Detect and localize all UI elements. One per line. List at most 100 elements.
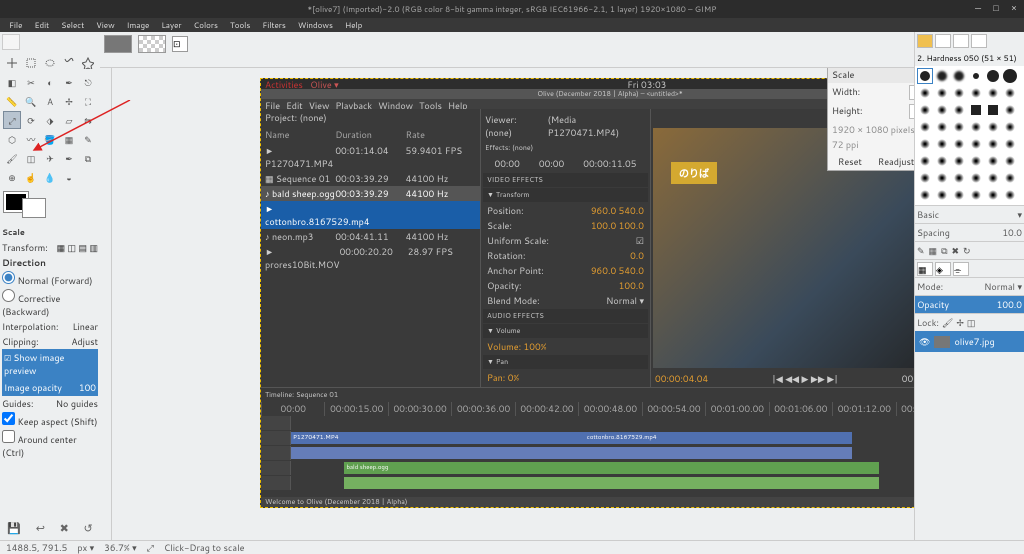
opt-interp-value[interactable]: Linear <box>72 320 98 333</box>
proj-file-row[interactable]: ▦ Sequence 0100:03:39.2944100 Hz <box>261 171 480 186</box>
opt-around-center[interactable]: Around center (Ctrl) <box>2 430 98 459</box>
prop-v[interactable]: ☑ <box>636 234 644 247</box>
history-tab-icon[interactable] <box>971 34 987 48</box>
menu-edit[interactable]: Edit <box>29 18 54 32</box>
foreground-tool-icon[interactable]: ◐ <box>41 73 59 91</box>
zoom-tool-icon[interactable]: 🔍 <box>22 92 40 110</box>
brush-thumb[interactable] <box>917 102 933 118</box>
olive-volume[interactable]: ▼ Volume <box>483 324 648 338</box>
olive-video-effects[interactable]: VIDEO EFFECTS <box>483 173 648 187</box>
proj-file-row[interactable]: ► P1270471.MP400:01:14.0459.9401 FPS <box>261 143 480 171</box>
lock-alpha-icon[interactable]: ◫ <box>967 316 976 329</box>
opt-dir-corrective[interactable]: Corrective (Backward) <box>2 289 98 318</box>
brush-thumb[interactable] <box>917 119 933 135</box>
brush-thumb[interactable] <box>968 85 984 101</box>
prop-v[interactable]: 100.0 100.0 <box>591 219 644 232</box>
layer-mode-value[interactable]: Normal ▾ <box>984 280 1022 293</box>
image-tab-2[interactable] <box>138 35 166 53</box>
brush-thumb[interactable] <box>985 102 1001 118</box>
rotate-tool-icon[interactable]: ⟳ <box>22 111 40 129</box>
brush-thumb[interactable] <box>951 85 967 101</box>
brush-basic[interactable]: Basic <box>917 208 939 221</box>
lock-position-icon[interactable]: ✢ <box>956 316 964 329</box>
paths-tab-icon[interactable]: ⌯ <box>953 262 969 276</box>
layer-visibility-icon[interactable]: 👁 <box>919 335 930 348</box>
spacing-value[interactable]: 10.0 <box>1002 226 1022 239</box>
brush-thumb[interactable] <box>968 119 984 135</box>
brush-dup-icon[interactable]: ⧉ <box>941 244 947 257</box>
brush-thumb[interactable] <box>985 136 1001 152</box>
brush-thumb[interactable] <box>917 170 933 186</box>
brushes-tab-icon[interactable] <box>917 34 933 48</box>
ink-tool-icon[interactable]: ✒ <box>60 149 78 167</box>
audio-clip[interactable] <box>291 447 585 459</box>
brush-thumb[interactable] <box>951 102 967 118</box>
reset-options-icon[interactable]: ↺ <box>83 520 92 536</box>
fonts-tab-icon[interactable] <box>953 34 969 48</box>
pencil-tool-icon[interactable]: ✎ <box>79 130 97 148</box>
brush-del-icon[interactable]: ✖ <box>952 244 960 257</box>
track-v1-header[interactable] <box>261 431 291 445</box>
text-tool-icon[interactable]: A <box>41 92 59 110</box>
proj-file-row[interactable]: ♪ neon.mp300:04:41.1144100 Hz <box>261 229 480 244</box>
fuzzy-select-tool-icon[interactable] <box>79 54 97 72</box>
brush-thumb[interactable] <box>934 119 950 135</box>
brush-edit-icon[interactable]: ✎ <box>917 244 925 257</box>
track-a2-header[interactable] <box>261 461 291 475</box>
brush-thumb[interactable] <box>951 68 967 84</box>
paintbrush-tool-icon[interactable]: 🖌 <box>3 149 21 167</box>
brush-thumb[interactable] <box>1002 85 1018 101</box>
opt-dir-normal[interactable]: Normal (Forward) <box>2 271 93 287</box>
brush-new-icon[interactable]: ▦ <box>929 244 938 257</box>
opt-clipping-value[interactable]: Adjust <box>71 335 98 348</box>
proj-file-row-selected[interactable]: ► cottonbro.8167529.mp4 <box>261 201 480 229</box>
patterns-tab-icon[interactable] <box>935 34 951 48</box>
brush-thumb[interactable] <box>951 119 967 135</box>
image-tab-1[interactable] <box>104 35 132 53</box>
audio-clip[interactable]: bald sheep.ogg <box>344 462 878 474</box>
opt-show-preview[interactable]: ☑ Show image preview <box>2 349 98 379</box>
olive-menu-window[interactable]: Window <box>378 99 413 109</box>
layers-tab-icon[interactable]: ▦ <box>917 262 933 276</box>
proj-col-duration[interactable]: Duration <box>335 128 405 141</box>
prop-v[interactable]: 960.0 540.0 <box>591 264 644 277</box>
brush-thumb[interactable] <box>985 68 1001 84</box>
brush-thumb[interactable] <box>968 170 984 186</box>
scissors-tool-icon[interactable]: ✂ <box>22 73 40 91</box>
brush-thumb[interactable] <box>985 85 1001 101</box>
brush-thumb[interactable] <box>985 170 1001 186</box>
align-tool-icon[interactable]: ✢ <box>60 92 78 110</box>
brush-thumb[interactable] <box>934 68 950 84</box>
proj-file-row[interactable]: ► prores10Bit.MOV00:00:20.2028.97 FPS <box>261 244 480 272</box>
prop-v[interactable]: 960.0 540.0 <box>591 204 644 217</box>
opt-transform-icons[interactable]: ▦ ◫ ▤ ▥ <box>57 241 98 254</box>
brush-thumb[interactable] <box>985 153 1001 169</box>
menu-tools[interactable]: Tools <box>225 18 255 32</box>
opt-guides-value[interactable]: No guides <box>56 397 98 410</box>
restore-options-icon[interactable]: ↩ <box>36 520 45 536</box>
dodge-tool-icon[interactable]: ◒ <box>60 168 78 186</box>
olive-transform[interactable]: ▼ Transform <box>483 188 648 202</box>
window-close-icon[interactable]: × <box>1008 2 1020 14</box>
shear-tool-icon[interactable]: ⬗ <box>41 111 59 129</box>
cage-tool-icon[interactable]: ⬡ <box>3 130 21 148</box>
olive-pan[interactable]: ▼ Pan <box>483 355 648 369</box>
measure-tool-icon[interactable]: 📏 <box>3 92 21 110</box>
brush-thumb[interactable] <box>968 187 984 203</box>
track-a3-header[interactable] <box>261 476 291 490</box>
olive-timeline-ruler[interactable]: 00:0000:00:15.0000:00:30.0000:00:36.0000… <box>261 402 914 416</box>
brush-thumb[interactable] <box>1002 119 1018 135</box>
heal-tool-icon[interactable]: ⊕ <box>3 168 21 186</box>
clone-tool-icon[interactable]: ⧉ <box>79 149 97 167</box>
prop-v[interactable]: 100.0 <box>619 279 644 292</box>
menu-select[interactable]: Select <box>56 18 89 32</box>
proj-col-name[interactable]: Name <box>265 128 335 141</box>
menu-layer[interactable]: Layer <box>156 18 186 32</box>
olive-audio-effects[interactable]: AUDIO EFFECTS <box>483 309 648 323</box>
brush-thumb[interactable] <box>1002 68 1018 84</box>
menu-windows[interactable]: Windows <box>293 18 338 32</box>
ellipse-select-tool-icon[interactable] <box>41 54 59 72</box>
video-clip[interactable]: cottonbro.8167529.mp4 <box>585 432 852 444</box>
menu-image[interactable]: Image <box>122 18 155 32</box>
channels-tab-icon[interactable]: ◈ <box>935 262 951 276</box>
